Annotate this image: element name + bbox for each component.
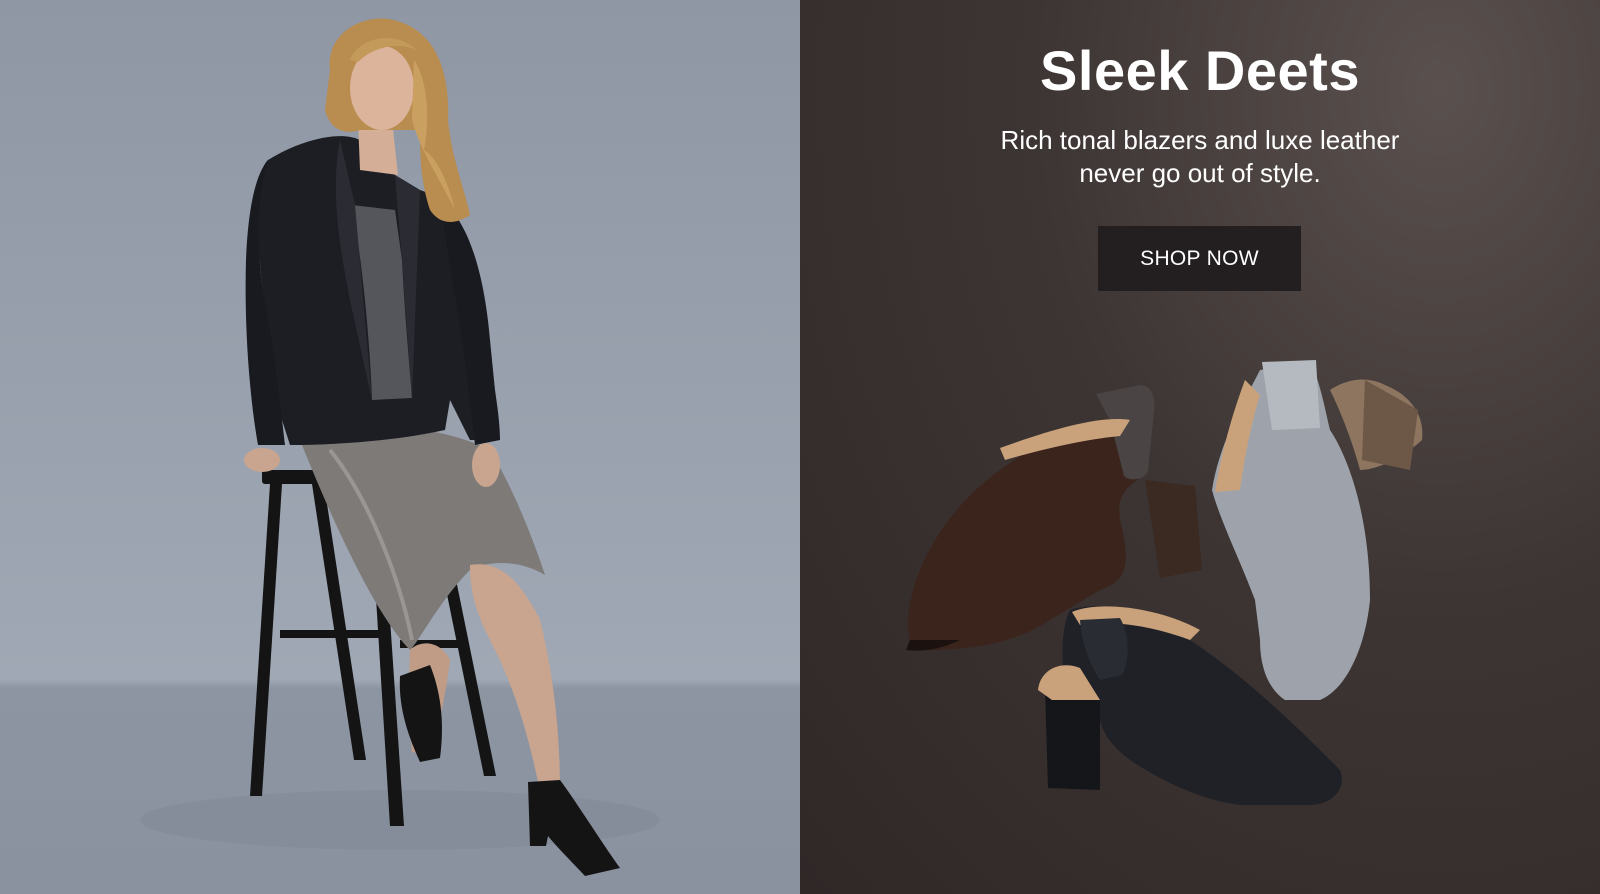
subcopy: Rich tonal blazers and luxe leather neve… bbox=[1000, 125, 1400, 188]
model-photo[interactable] bbox=[0, 0, 800, 894]
promo-banner[interactable]: Sleek Deets Rich tonal blazers and luxe … bbox=[0, 0, 1600, 894]
model-illustration bbox=[140, 18, 660, 876]
headline: Sleek Deets bbox=[1040, 39, 1360, 102]
grey-bootie bbox=[1212, 360, 1423, 700]
brown-bootie bbox=[906, 385, 1202, 651]
shop-now-button[interactable]: SHOP NOW bbox=[1098, 226, 1301, 291]
promo-panel: Sleek Deets Rich tonal blazers and luxe … bbox=[800, 0, 1600, 894]
